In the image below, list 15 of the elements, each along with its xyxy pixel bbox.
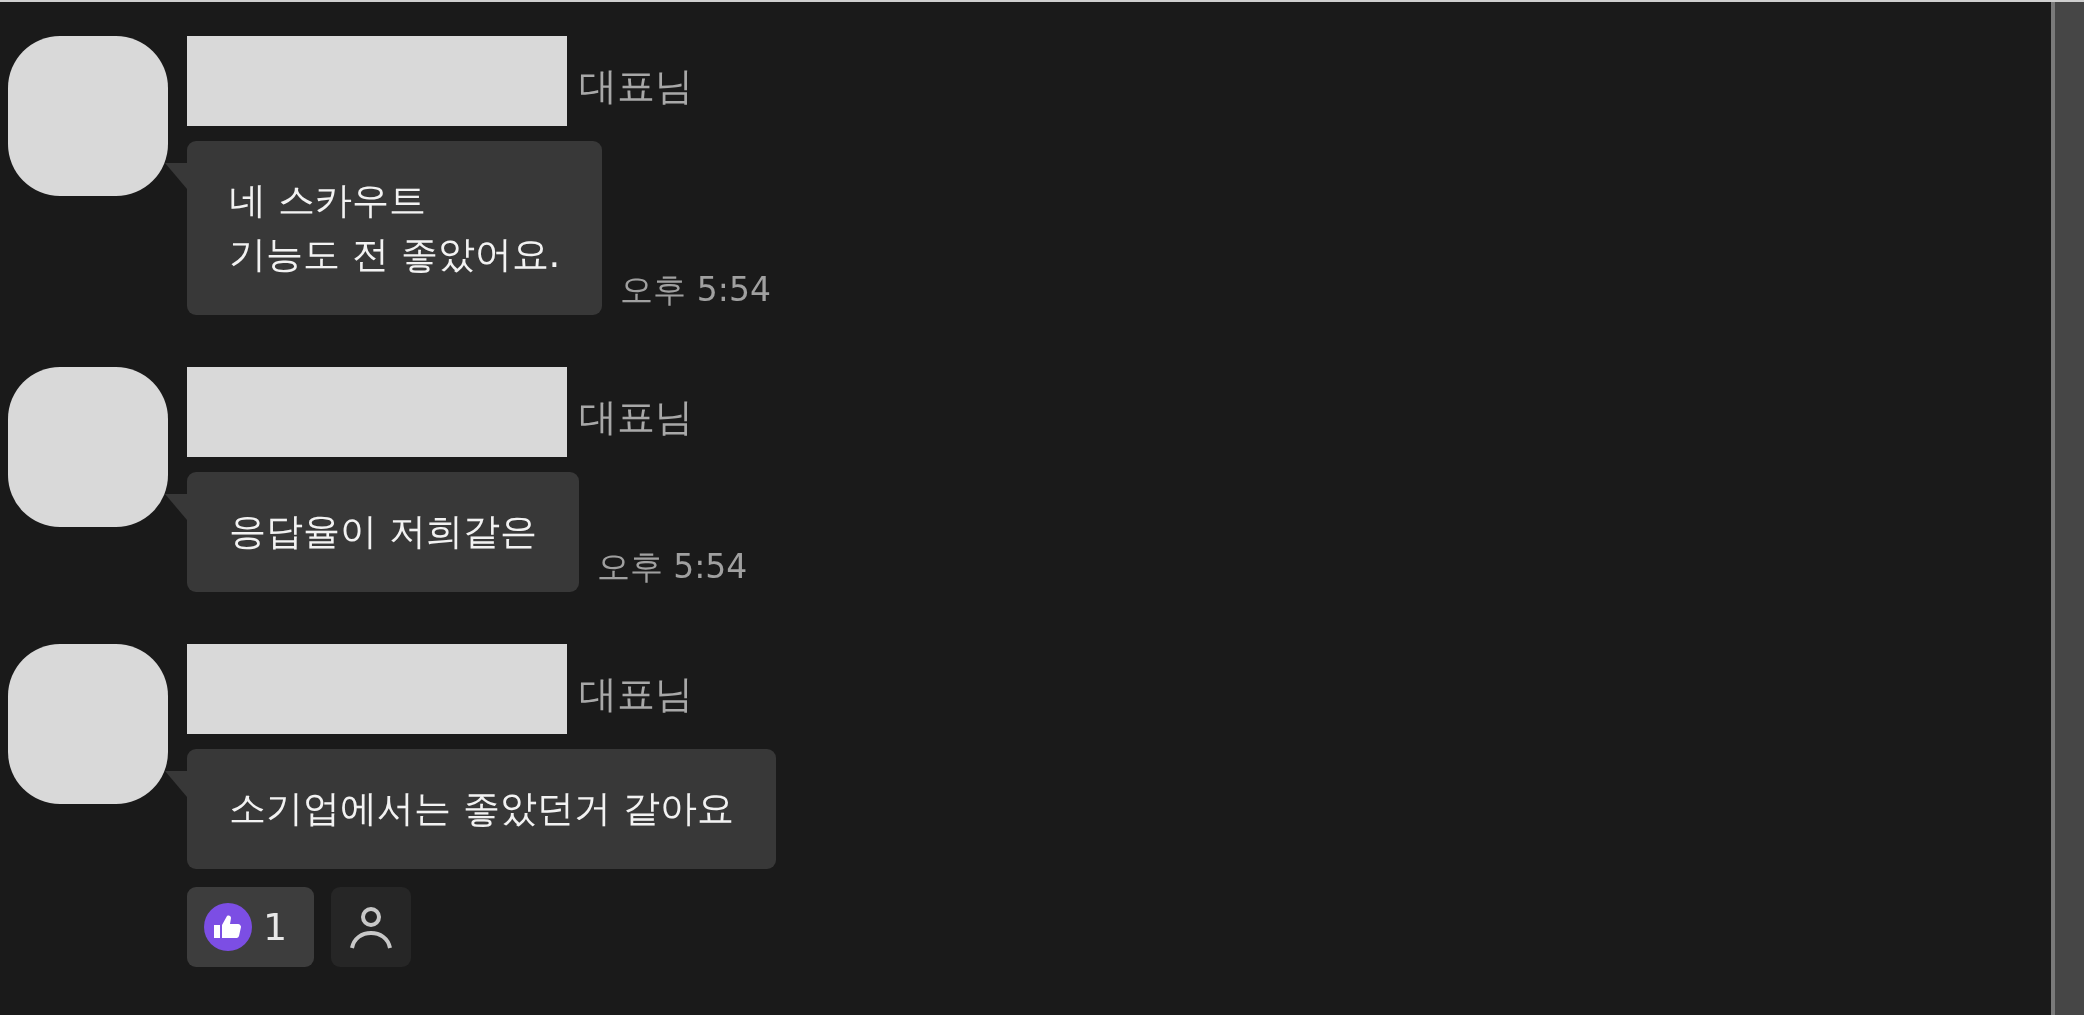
- bubble-tail: [165, 771, 187, 797]
- message-bubble: 네 스카우트 기능도 전 좋았어요.: [187, 141, 603, 315]
- bubble-tail: [165, 163, 187, 189]
- sender-role: 대표님: [579, 62, 693, 110]
- sender-role: 대표님: [579, 393, 693, 441]
- timestamp: 오후 5:54: [596, 546, 748, 588]
- message-bubble: 소기업에서는 좋았던거 같아요: [187, 749, 776, 869]
- message-bubble: 응답율이 저희같은: [187, 472, 579, 592]
- timestamp: 오후 5:54: [620, 269, 771, 311]
- sender-role: 대표님: [579, 670, 693, 718]
- add-reaction-button[interactable]: [331, 887, 411, 967]
- person-icon: [348, 904, 394, 950]
- reaction-chip[interactable]: 1: [187, 887, 314, 967]
- thumbs-up-icon: [203, 902, 253, 952]
- bubble-tail: [165, 494, 187, 520]
